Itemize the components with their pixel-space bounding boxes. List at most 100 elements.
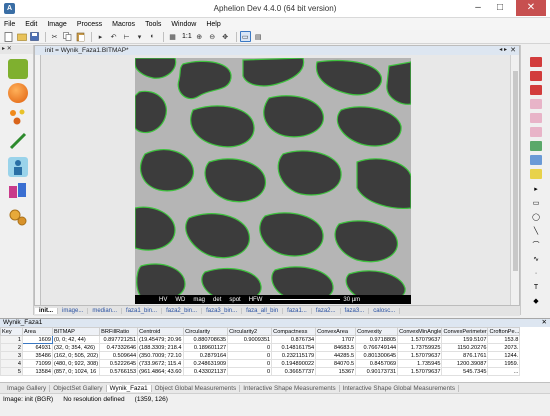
point-tool-icon[interactable]: · [530,269,542,279]
layout-single-icon[interactable]: ▭ [239,31,251,42]
table-cell[interactable]: 0.194890022 [271,359,317,368]
paste-icon[interactable] [75,31,86,42]
table-cell[interactable]: 1707 [315,335,357,344]
yellow-tool-icon[interactable] [530,169,542,179]
blue-tool-icon[interactable] [530,155,542,165]
pink-tool-2-icon[interactable] [530,113,542,123]
table-cell[interactable]: 0.2879164 [183,351,229,360]
tab-median[interactable]: median... [88,308,123,314]
table-cell[interactable]: 0.509644 [99,351,139,360]
pink-tool-3-icon[interactable] [530,127,542,137]
table-cell[interactable]: (733.9672; 115.4 [137,359,185,368]
pan-icon[interactable]: ✥ [220,31,231,42]
pencil-icon[interactable] [8,131,28,151]
ellipse-tool-icon[interactable]: ◯ [530,213,542,223]
table-cell[interactable]: 153.8 [487,335,521,344]
table-cell[interactable]: 64931 [22,343,53,352]
sphere-icon[interactable] [8,83,28,103]
table-cell[interactable]: (19.45479; 20.96 [137,335,185,344]
vertical-scrollbar[interactable] [510,55,519,307]
table-cell[interactable]: 2 [0,343,23,352]
tool-palette-close[interactable]: ✕ [7,46,12,52]
tab-faza1[interactable]: faza1... [283,308,312,314]
save-icon[interactable] [29,31,40,42]
table-cell[interactable]: 0.90173731 [355,367,399,376]
tab-faza3-bin[interactable]: faza3_bin... [202,308,243,314]
table-cell[interactable]: 5 [0,367,23,376]
table-row[interactable]: 5 13584 (857, 0; 1024, 16 0.5766153 (961… [0,367,521,376]
green-tool-icon[interactable] [530,141,542,151]
shapes-icon[interactable] [8,181,28,201]
menu-process[interactable]: Process [77,21,102,28]
grid-icon[interactable]: ▦ [167,31,178,42]
tab-image-gallery[interactable]: Image Gallery [4,384,51,392]
column-header[interactable]: BITMAP [51,327,101,336]
tab-image[interactable]: image... [58,308,89,314]
tab-faza-all-bin[interactable]: faza_all_bin [242,308,284,314]
red-tool-3-icon[interactable] [530,85,542,95]
tab-faza1-bin[interactable]: faza1_bin... [122,308,163,314]
menu-edit[interactable]: Edit [25,21,37,28]
tab-object-global-measurements[interactable]: Object Global Measurements [152,384,241,392]
table-cell[interactable]: 545.7345 [441,367,489,376]
table-cell[interactable]: 1150.20276 [441,343,489,352]
measurement-table[interactable]: Key Area BITMAP BRFillRatio Centroid Cir… [0,327,521,376]
menu-file[interactable]: File [4,21,15,28]
table-cell[interactable]: 0.766749144 [355,343,399,352]
column-header[interactable]: Compactness [271,327,317,336]
menu-tools[interactable]: Tools [145,21,161,28]
rectangle-tool-icon[interactable]: ▭ [530,199,542,209]
table-cell[interactable]: 0.9718805 [355,335,399,344]
column-header[interactable]: Key [0,327,23,336]
table-cell[interactable]: 1959. [487,359,521,368]
table-cell[interactable]: 1.57079637 [397,351,443,360]
table-cell[interactable]: 0 [227,343,273,352]
freehand-tool-icon[interactable]: ∿ [530,255,542,265]
scrollbar-thumb[interactable] [513,71,518,271]
document-nav-icon[interactable]: ◂ ▸ [499,46,507,55]
table-cell[interactable]: 4 [0,359,23,368]
table-cell[interactable]: 159.5107 [441,335,489,344]
table-cell[interactable]: 0.880708635 [183,335,229,344]
table-cell[interactable]: 35486 [22,351,53,360]
table-cell[interactable]: 0.36657737 [271,367,317,376]
arrow-pointer-icon[interactable]: ▸ [530,185,542,195]
pink-tool-icon[interactable] [530,99,542,109]
menu-macros[interactable]: Macros [112,21,135,28]
table-cell[interactable]: (961.4864; 43.60 [137,367,185,376]
table-cell[interactable]: 0.248631909 [183,359,229,368]
polyline-tool-icon[interactable]: ⌒ [530,241,542,251]
zoom-one-to-one-button[interactable]: 1:1 [182,33,192,40]
column-header[interactable]: ConvexArea [315,327,357,336]
camera-icon[interactable] [8,59,28,79]
table-cell[interactable]: (162, 0; 505, 202) [51,351,101,360]
tab-faza2[interactable]: faza2... [312,308,341,314]
tab-interactive-shape-measurements[interactable]: Interactive Shape Measurements [240,384,340,392]
maximize-button[interactable]: □ [490,0,510,16]
table-cell[interactable]: 0.433021137 [183,367,229,376]
table-cell[interactable]: 1.735945 [397,359,443,368]
column-header[interactable]: CroftonPe... [487,327,521,336]
table-cell[interactable]: 0.189601127 [183,343,229,352]
column-header[interactable]: Area [22,327,53,336]
table-cell[interactable]: 13584 [22,367,53,376]
particles-icon[interactable] [8,107,28,127]
table-cell[interactable]: (188.3309; 218.4 [137,343,185,352]
text-tool-icon[interactable]: T [530,283,542,293]
menu-window[interactable]: Window [171,21,196,28]
table-cell[interactable]: 84683.5 [315,343,357,352]
red-tool-icon[interactable] [530,57,542,67]
tab-init[interactable]: init... [35,308,58,314]
column-header[interactable]: ConvexMinAngle [397,327,443,336]
measure-icon[interactable]: ⊢ [121,31,132,42]
dropdown-icon[interactable]: ▾ [134,31,145,42]
table-cell[interactable]: 1609 [22,335,53,344]
contrast-icon[interactable]: ◐ [147,31,158,42]
tab-objectset-gallery[interactable]: ObjectSet Gallery [50,384,107,392]
table-cell[interactable]: 71099 [22,359,53,368]
table-cell[interactable]: 3 [0,351,23,360]
pointer-icon[interactable]: ▸ [95,31,106,42]
table-cell[interactable]: 84070.5 [315,359,357,368]
table-cell[interactable]: 0.897721251 [99,335,139,344]
table-cell[interactable]: 1.73759925 [397,343,443,352]
